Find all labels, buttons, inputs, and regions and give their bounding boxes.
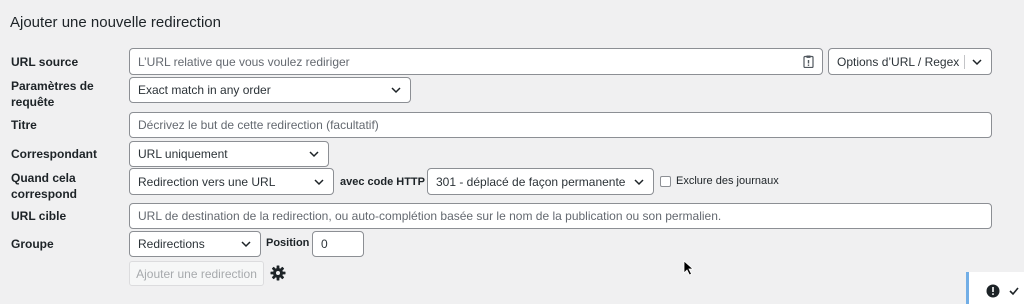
action-select[interactable]: Redirection vers une URL xyxy=(129,168,334,195)
title-placeholder: Décrivez le but de cette redirection (fa… xyxy=(138,118,379,132)
group-select[interactable]: Redirections xyxy=(129,231,261,257)
label-group: Groupe xyxy=(11,237,54,251)
exclude-logs-checkbox[interactable] xyxy=(660,176,671,187)
label-target-url: URL cible xyxy=(11,209,67,223)
http-code-value: 301 - déplacé de façon permanente xyxy=(436,174,626,189)
label-match: Correspondant xyxy=(11,147,98,161)
check-icon[interactable] xyxy=(1009,286,1019,296)
position-label: Position xyxy=(266,237,310,249)
query-params-select[interactable]: Exact match in any order xyxy=(129,77,411,103)
chevron-down-icon xyxy=(313,176,325,188)
chevron-down-icon xyxy=(240,238,252,250)
clipboard-icon[interactable] xyxy=(803,55,814,68)
position-value: 0 xyxy=(321,237,328,251)
page-heading: Ajouter une nouvelle redirection xyxy=(10,14,221,31)
title-input[interactable]: Décrivez le but de cette redirection (fa… xyxy=(129,112,992,138)
http-code-label: avec code HTTP xyxy=(340,176,425,188)
label-when-matched: Quand cela correspond xyxy=(11,171,78,201)
label-source-url: URL source xyxy=(11,55,79,69)
group-value: Redirections xyxy=(138,237,205,251)
label-title: Titre xyxy=(11,118,37,132)
match-value: URL uniquement xyxy=(138,147,228,161)
match-select[interactable]: URL uniquement xyxy=(129,141,329,167)
source-url-input[interactable]: L’URL relative que vous voulez rediriger xyxy=(129,48,823,75)
label-query-params: Paramètres de requête xyxy=(11,79,94,109)
http-code-select[interactable]: 301 - déplacé de façon permanente xyxy=(427,168,654,195)
chevron-down-icon xyxy=(633,176,645,188)
url-options-label: Options d’URL / Regex xyxy=(837,54,960,69)
add-redirect-button[interactable]: Ajouter une redirection xyxy=(129,261,264,286)
alert-icon[interactable] xyxy=(986,284,1000,298)
action-value: Redirection vers une URL xyxy=(138,174,276,189)
target-url-placeholder: URL de destination de la redirection, ou… xyxy=(138,209,722,223)
target-url-input[interactable]: URL de destination de la redirection, ou… xyxy=(129,203,992,229)
query-params-value: Exact match in any order xyxy=(138,83,271,97)
chevron-down-icon xyxy=(308,148,320,160)
url-options-button[interactable]: Options d’URL / Regex xyxy=(828,48,992,75)
notice-panel xyxy=(966,272,1024,304)
chevron-down-icon xyxy=(390,84,402,96)
gear-icon[interactable] xyxy=(270,265,286,281)
exclude-logs-label[interactable]: Exclure des journaux xyxy=(676,175,779,187)
position-input[interactable]: 0 xyxy=(312,231,364,257)
source-url-placeholder: L’URL relative que vous voulez rediriger xyxy=(138,54,350,69)
split-divider xyxy=(964,55,965,69)
chevron-down-icon xyxy=(971,56,983,68)
cursor-icon xyxy=(683,260,694,276)
